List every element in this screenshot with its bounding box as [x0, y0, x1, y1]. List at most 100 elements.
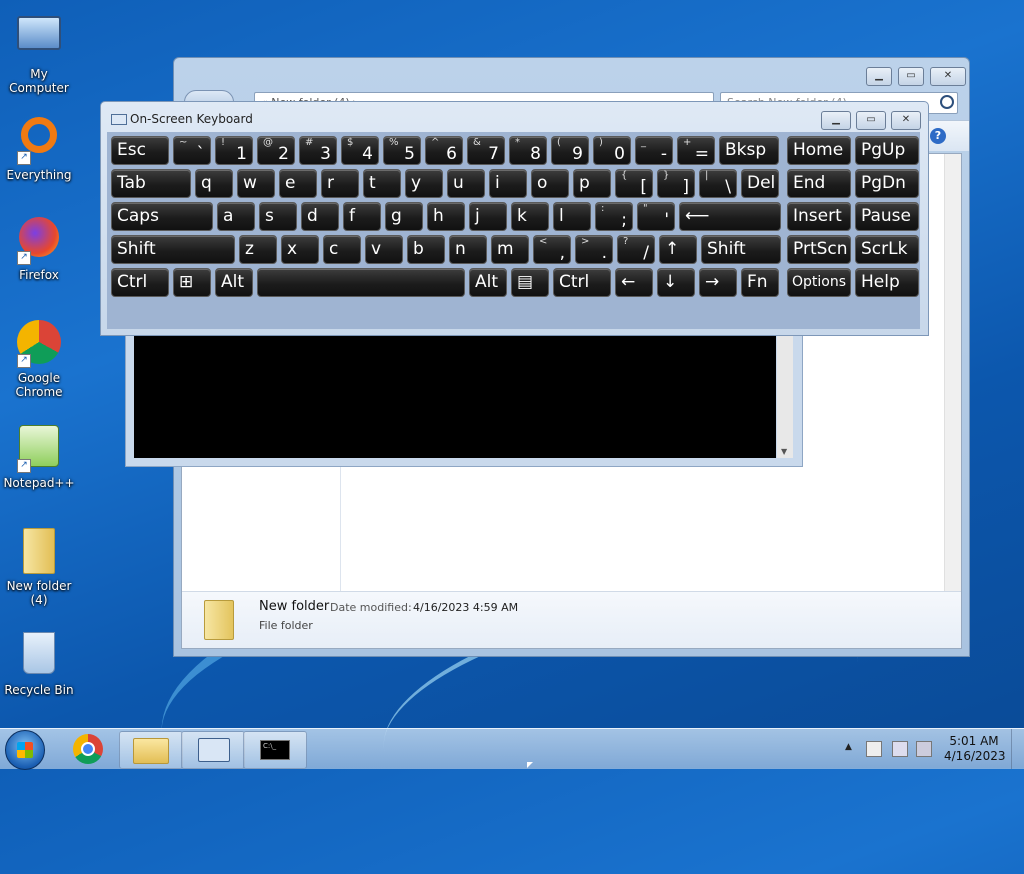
key-options[interactable]: Options	[787, 268, 851, 297]
volume-muted-icon[interactable]	[916, 741, 932, 757]
key-r3c5[interactable]: b	[407, 235, 445, 264]
key-r4c8[interactable]: ↓	[657, 268, 695, 297]
key-r4c10[interactable]: Fn	[741, 268, 779, 297]
command-prompt-window[interactable]: ▼	[125, 330, 803, 467]
scroll-down-arrow-icon[interactable]: ▼	[781, 447, 787, 456]
key-r4c1[interactable]: ⊞	[173, 268, 211, 297]
action-center-icon[interactable]	[866, 741, 882, 757]
desktop-icon-recycle-bin[interactable]: Recycle Bin	[2, 632, 76, 697]
key-r1c2[interactable]: w	[237, 169, 275, 198]
scrollbar[interactable]: ▼	[777, 335, 793, 458]
key-help[interactable]: Help	[855, 268, 919, 297]
key-r2c1[interactable]: a	[217, 202, 255, 231]
clock[interactable]: 5:01 AM 4/16/2023	[944, 729, 1006, 769]
key-r1c12[interactable]: }]	[657, 169, 695, 198]
taskbar-on-screen-keyboard[interactable]	[181, 731, 245, 769]
key-r3c7[interactable]: m	[491, 235, 529, 264]
key-scrlk[interactable]: ScrLk	[855, 235, 919, 264]
key-r0c9[interactable]: * 8	[509, 136, 547, 165]
key-r4c4[interactable]: Alt	[469, 268, 507, 297]
key-r3c4[interactable]: v	[365, 235, 403, 264]
key-r3c8[interactable]: <,	[533, 235, 571, 264]
key-r1c14[interactable]: Del	[741, 169, 779, 198]
key-r0c7[interactable]: ^ 6	[425, 136, 463, 165]
key-r3c0[interactable]: Shift	[111, 235, 235, 264]
key-r0c3[interactable]: @2	[257, 136, 295, 165]
key-pgdn[interactable]: PgDn	[855, 169, 919, 198]
close-button[interactable]: ✕	[930, 67, 966, 86]
help-icon[interactable]: ?	[930, 128, 946, 144]
network-icon[interactable]	[892, 741, 908, 757]
key-end[interactable]: End	[787, 169, 851, 198]
key-r3c10[interactable]: ? /	[617, 235, 655, 264]
key-r4c5[interactable]: ▤	[511, 268, 549, 297]
key-r3c3[interactable]: c	[323, 235, 361, 264]
search-icon[interactable]	[940, 95, 954, 109]
key-r0c5[interactable]: $4	[341, 136, 379, 165]
maximize-button[interactable]: ▭	[898, 67, 924, 86]
show-desktop-button[interactable]	[1011, 729, 1024, 769]
key-r2c10[interactable]: :;	[595, 202, 633, 231]
key-r0c4[interactable]: #3	[299, 136, 337, 165]
key-r2c12[interactable]: ⟵	[679, 202, 781, 231]
desktop-icon-firefox[interactable]: ↗ Firefox	[2, 217, 76, 282]
key-r0c6[interactable]: % 5	[383, 136, 421, 165]
key-r1c7[interactable]: u	[447, 169, 485, 198]
key-r4c2[interactable]: Alt	[215, 268, 253, 297]
minimize-button[interactable]: ▁	[821, 111, 851, 130]
desktop-icon-new-folder[interactable]: New folder (4)	[2, 528, 76, 607]
key-r4c0[interactable]: Ctrl	[111, 268, 169, 297]
start-button[interactable]	[5, 730, 45, 770]
key-r1c10[interactable]: p	[573, 169, 611, 198]
key-r3c2[interactable]: x	[281, 235, 319, 264]
key-r1c3[interactable]: e	[279, 169, 317, 198]
taskbar-explorer[interactable]	[119, 731, 183, 769]
key-r0c0[interactable]: Esc	[111, 136, 169, 165]
key-pause[interactable]: Pause	[855, 202, 919, 231]
key-r3c11[interactable]: ↑	[659, 235, 697, 264]
key-r1c0[interactable]: Tab	[111, 169, 191, 198]
key-r2c4[interactable]: f	[343, 202, 381, 231]
key-r2c6[interactable]: h	[427, 202, 465, 231]
key-r3c12[interactable]: Shift	[701, 235, 781, 264]
key-r1c8[interactable]: i	[489, 169, 527, 198]
close-button[interactable]: ✕	[891, 111, 921, 130]
key-r0c8[interactable]: & 7	[467, 136, 505, 165]
key-r0c11[interactable]: ) 0	[593, 136, 631, 165]
key-r0c2[interactable]: ! 1	[215, 136, 253, 165]
key-r1c1[interactable]: q	[195, 169, 233, 198]
key-r1c4[interactable]: r	[321, 169, 359, 198]
key-r1c11[interactable]: {[	[615, 169, 653, 198]
key-r0c14[interactable]: Bksp	[719, 136, 779, 165]
key-r4c9[interactable]: →	[699, 268, 737, 297]
key-r4c6[interactable]: Ctrl	[553, 268, 611, 297]
key-r0c13[interactable]: + =	[677, 136, 715, 165]
key-r2c5[interactable]: g	[385, 202, 423, 231]
key-pgup[interactable]: PgUp	[855, 136, 919, 165]
key-r2c0[interactable]: Caps	[111, 202, 213, 231]
minimize-button[interactable]: ▁	[866, 67, 892, 86]
key-r4c7[interactable]: ←	[615, 268, 653, 297]
key-r3c1[interactable]: z	[239, 235, 277, 264]
scrollbar[interactable]	[944, 154, 961, 592]
desktop-icon-google-chrome[interactable]: ↗ Google Chrome	[2, 320, 76, 399]
key-r2c3[interactable]: d	[301, 202, 339, 231]
key-r0c10[interactable]: (9	[551, 136, 589, 165]
key-r3c9[interactable]: >.	[575, 235, 613, 264]
key-r2c9[interactable]: l	[553, 202, 591, 231]
console-output[interactable]	[134, 335, 776, 458]
maximize-button[interactable]: ▭	[856, 111, 886, 130]
key-r2c8[interactable]: k	[511, 202, 549, 231]
key-spacebar[interactable]	[257, 268, 465, 297]
key-r0c12[interactable]: _ -	[635, 136, 673, 165]
on-screen-keyboard-window[interactable]: On-Screen Keyboard ▁ ▭ ✕ Esc ~ `! 1 @2 #3 $4% 5…	[100, 101, 929, 336]
desktop-icon-my-computer[interactable]: My Computer	[2, 10, 76, 95]
key-r2c11[interactable]: " '	[637, 202, 675, 231]
taskbar-chrome[interactable]	[58, 731, 120, 767]
key-r1c5[interactable]: t	[363, 169, 401, 198]
key-r2c7[interactable]: j	[469, 202, 507, 231]
key-insert[interactable]: Insert	[787, 202, 851, 231]
taskbar-command-prompt[interactable]: C:\_	[243, 731, 307, 769]
key-r1c9[interactable]: o	[531, 169, 569, 198]
desktop-icon-notepad-plus-plus[interactable]: ↗ Notepad++	[2, 425, 76, 490]
